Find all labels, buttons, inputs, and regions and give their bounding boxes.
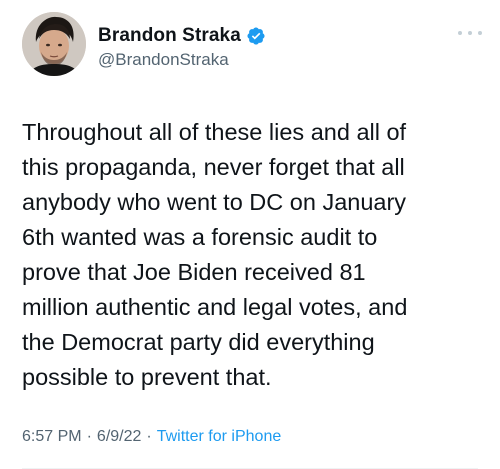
author-info: Brandon Straka @BrandonStraka [98,24,266,70]
tweet-time[interactable]: 6:57 PM [22,428,82,446]
meta-separator: · [146,428,152,445]
author-display-name[interactable]: Brandon Straka [98,25,241,47]
tweet-metadata: 6:57 PM · 6/9/22 · Twitter for iPhone [22,428,281,446]
avatar-image [22,12,86,76]
author-handle[interactable]: @BrandonStraka [98,50,266,70]
more-options-button[interactable] [458,28,482,38]
more-horizontal-icon [478,31,482,35]
more-horizontal-icon [458,31,462,35]
tweet-card: Brandon Straka @BrandonStraka Throughout… [0,0,500,469]
tweet-text: Throughout all of these lies and all of … [22,119,408,390]
author-avatar[interactable] [22,12,86,76]
meta-separator: · [86,428,92,445]
author-name-row: Brandon Straka [98,24,266,48]
tweet-source-link[interactable]: Twitter for iPhone [157,428,282,446]
verified-badge-icon [246,26,266,46]
tweet-date[interactable]: 6/9/22 [97,428,141,446]
more-horizontal-icon [468,31,472,35]
